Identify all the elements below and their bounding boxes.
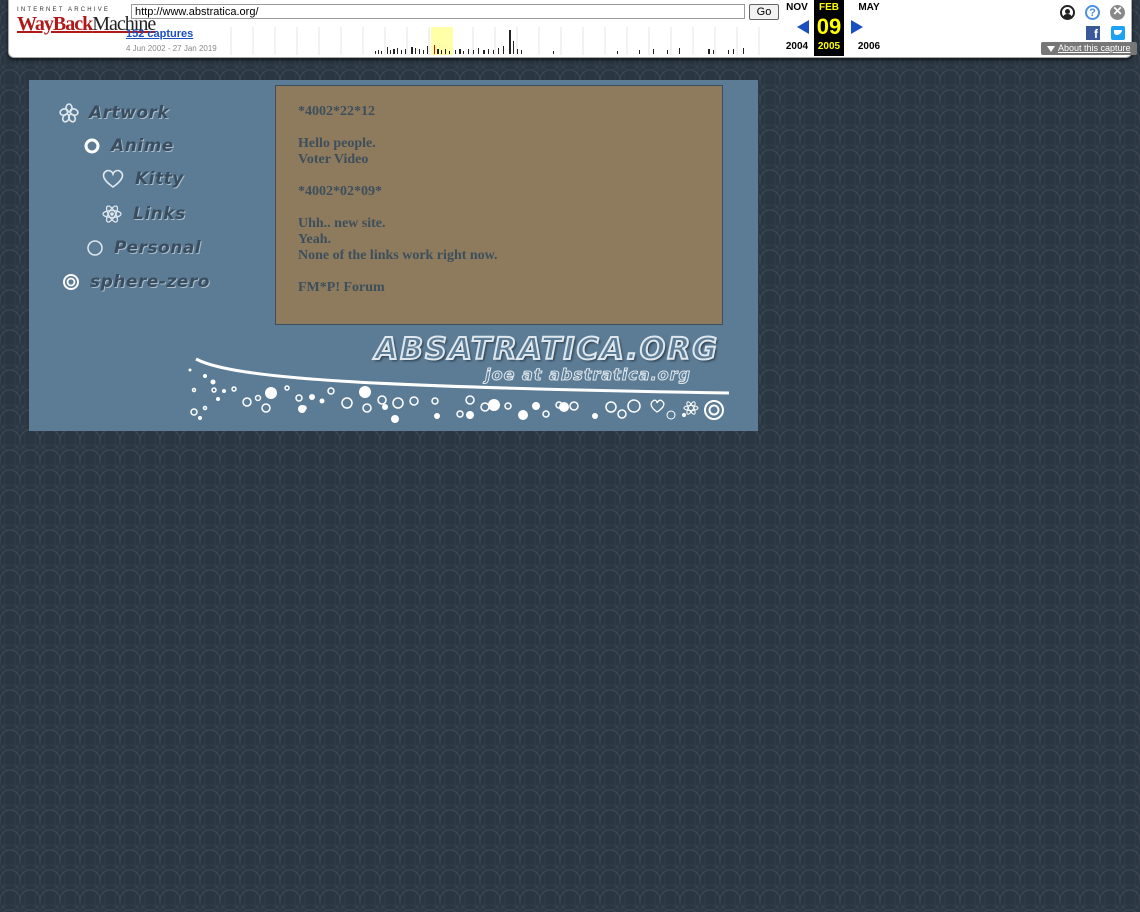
close-icon[interactable]: ✕: [1110, 5, 1125, 20]
nav-item-anime[interactable]: Anime: [83, 136, 174, 156]
month-navigator: NOV 2004 FEB 09 2005 MAY 2006: [784, 0, 884, 56]
nav-label-links: Links: [133, 204, 186, 224]
news-text-new-site: Uhh.. new site.: [298, 216, 386, 231]
voter-video-link[interactable]: Voter Video: [298, 152, 700, 168]
capture-sparkline[interactable]: [223, 27, 779, 55]
prev-capture-arrow-icon[interactable]: [797, 20, 809, 34]
nav-label-anime: Anime: [111, 136, 174, 156]
nav-item-kitty[interactable]: Kitty: [101, 169, 184, 189]
nav-label-personal: Personal: [114, 238, 202, 258]
target-icon: [63, 274, 79, 290]
chevron-down-icon: [1047, 45, 1055, 52]
ring-icon: [84, 138, 100, 154]
site-panel: Artwork Anime Kitty Links Personal spher…: [29, 80, 758, 431]
logo-wayback-text: WayBack: [17, 13, 93, 35]
news-date-2: *4002*02*09*: [298, 184, 382, 199]
nav-label-artwork: Artwork: [89, 103, 170, 123]
nav-item-artwork[interactable]: Artwork: [59, 103, 169, 123]
news-text-links-note: None of the links work right now.: [298, 248, 498, 263]
facebook-share-icon[interactable]: f: [1086, 26, 1100, 41]
wayback-logo[interactable]: Internet Archive WayBackMachine: [17, 7, 156, 45]
logo-wayback-machine: WayBackMachine: [17, 13, 156, 35]
circle-icon: [87, 240, 103, 256]
bubbles-decoration: [188, 357, 730, 423]
twitter-share-icon[interactable]: [1111, 26, 1125, 40]
flower-icon: [59, 103, 79, 123]
current-day: 09: [816, 14, 842, 39]
help-icon[interactable]: ?: [1085, 5, 1100, 20]
go-button[interactable]: Go: [749, 4, 779, 20]
wayback-toolbar: Internet Archive WayBackMachine Go 152 c…: [8, 0, 1137, 58]
prev-year-label[interactable]: 2004: [780, 41, 814, 52]
nav-item-sphere-zero[interactable]: sphere-zero: [62, 272, 210, 292]
url-input[interactable]: [131, 4, 745, 19]
news-date-1: *4002*22*12: [298, 104, 375, 119]
forum-link[interactable]: FM*P! Forum: [298, 280, 700, 296]
about-capture-button[interactable]: About this capture: [1041, 42, 1137, 55]
news-text-yeah: Yeah.: [298, 232, 332, 247]
news-text-hello: Hello people.: [298, 136, 376, 151]
next-capture-arrow-icon[interactable]: [851, 20, 863, 34]
user-account-icon[interactable]: [1060, 5, 1075, 20]
prev-month-label[interactable]: NOV: [780, 2, 814, 13]
current-month: FEB: [819, 2, 839, 13]
next-year-label[interactable]: 2006: [852, 41, 886, 52]
about-capture-label: About this capture: [1058, 43, 1131, 53]
nav-label-kitty: Kitty: [135, 169, 184, 189]
news-box: *4002*22*12 Hello people. Voter Video *4…: [275, 85, 723, 325]
atom-icon: [102, 205, 122, 223]
nav-item-links[interactable]: Links: [101, 203, 186, 225]
heart-icon: [102, 169, 124, 188]
captures-link[interactable]: 152 captures: [126, 28, 193, 40]
capture-date-range: 4 Jun 2002 - 27 Jan 2019: [126, 44, 217, 53]
current-capture-date: FEB 09 2005: [814, 0, 844, 56]
nav-item-personal[interactable]: Personal: [86, 238, 201, 258]
current-year: 2005: [817, 41, 841, 52]
next-month-label[interactable]: MAY: [852, 2, 886, 13]
nav-label-sphere-zero: sphere-zero: [90, 272, 210, 292]
